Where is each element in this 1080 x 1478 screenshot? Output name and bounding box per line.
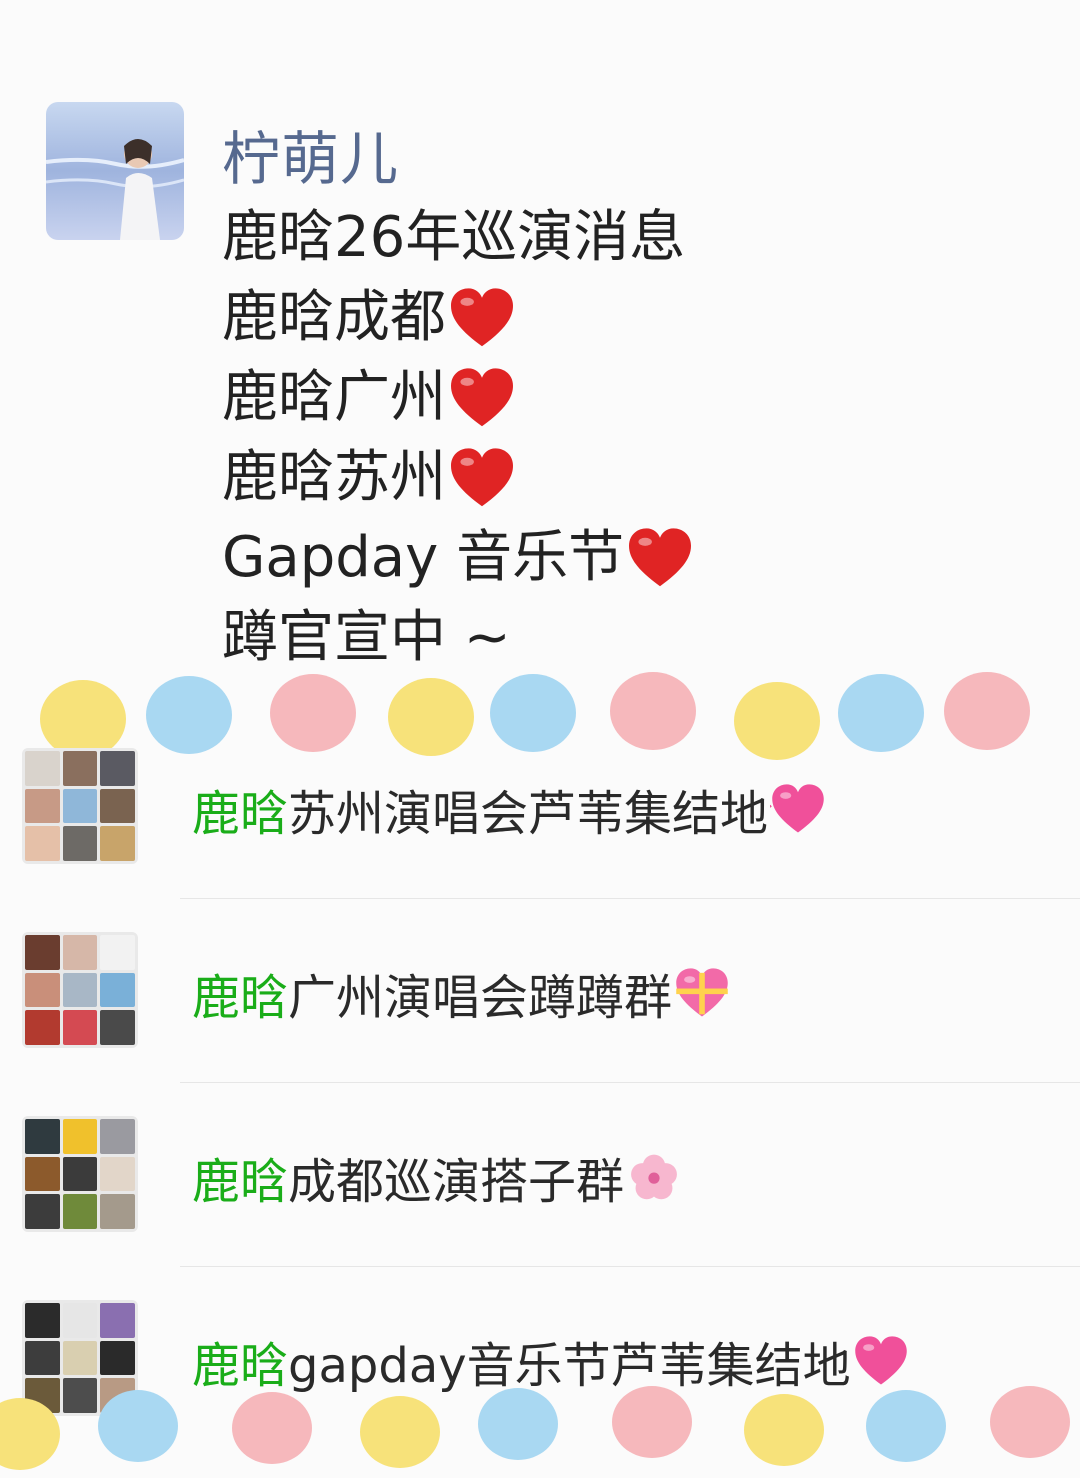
keyword-highlight: 鹿晗 bbox=[192, 786, 289, 842]
group-name-rest: 苏州演唱会芦苇集结地 bbox=[288, 786, 769, 842]
member-avatar-thumb bbox=[62, 1194, 98, 1229]
member-avatar-thumb bbox=[62, 826, 98, 861]
member-avatar-thumb bbox=[62, 1010, 98, 1045]
group-name-rest: 广州演唱会蹲蹲群 bbox=[288, 970, 673, 1026]
group-chat-item[interactable]: 鹿晗 苏州演唱会芦苇集结地 bbox=[0, 740, 1080, 924]
member-avatar-thumb bbox=[62, 751, 98, 786]
decorative-dot bbox=[610, 672, 696, 750]
decorative-dot bbox=[0, 1398, 60, 1470]
group-name: 鹿晗 成都巡演搭子群 bbox=[192, 1142, 682, 1212]
member-avatar-thumb bbox=[100, 751, 135, 786]
post-line: 鹿晗26年巡演消息 bbox=[222, 198, 694, 278]
member-avatar-thumb bbox=[100, 1340, 135, 1376]
member-avatar-thumb bbox=[25, 1303, 60, 1338]
member-avatar-thumb bbox=[25, 1010, 60, 1045]
list-divider bbox=[180, 1082, 1080, 1083]
red-heart-icon bbox=[626, 527, 694, 589]
group-avatar bbox=[22, 932, 138, 1048]
member-avatar-thumb bbox=[25, 1194, 60, 1229]
post-line-text: 蹲官宣中 ~ bbox=[222, 605, 511, 670]
member-avatar-thumb bbox=[25, 751, 60, 786]
post-line-text: 鹿晗广州 bbox=[222, 365, 446, 430]
member-avatar-thumb bbox=[62, 1119, 98, 1154]
member-avatar-thumb bbox=[62, 788, 98, 824]
decorative-dot bbox=[360, 1396, 440, 1468]
member-avatar-thumb bbox=[100, 1303, 135, 1338]
list-divider bbox=[180, 898, 1080, 899]
post-line-text: 鹿晗苏州 bbox=[222, 445, 446, 510]
keyword-highlight: 鹿晗 bbox=[192, 1154, 289, 1210]
member-avatar-thumb bbox=[100, 1119, 135, 1154]
member-avatar-thumb bbox=[25, 1156, 60, 1192]
group-name-rest: 成都巡演搭子群 bbox=[288, 1154, 625, 1210]
decorative-dot bbox=[232, 1392, 312, 1464]
member-avatar-thumb bbox=[25, 788, 60, 824]
vibrating-heart-icon bbox=[765, 783, 826, 835]
decorative-dot bbox=[478, 1388, 558, 1460]
member-avatar-thumb bbox=[100, 788, 135, 824]
member-avatar-thumb bbox=[25, 935, 60, 970]
member-avatar-thumb bbox=[100, 1156, 135, 1192]
post-text: 鹿晗26年巡演消息 鹿晗成都鹿晗广州鹿晗苏州 Gapday 音乐节 蹲官宣中 ~ bbox=[222, 198, 694, 678]
decorative-dot bbox=[744, 1394, 824, 1466]
member-avatar-thumb bbox=[62, 972, 98, 1008]
author-name[interactable]: 柠萌儿 bbox=[222, 112, 399, 196]
member-avatar-thumb bbox=[100, 972, 135, 1008]
decorative-dot bbox=[990, 1386, 1070, 1458]
decorative-dots-bottom bbox=[0, 1378, 1080, 1478]
group-avatar bbox=[22, 748, 138, 864]
author-avatar[interactable] bbox=[46, 102, 184, 240]
post-line: 鹿晗广州 bbox=[222, 358, 694, 438]
member-avatar-thumb bbox=[25, 826, 60, 861]
red-heart-icon bbox=[448, 287, 516, 349]
member-avatar-thumb bbox=[62, 1303, 98, 1338]
group-chat-item[interactable]: 鹿晗 成都巡演搭子群 bbox=[0, 1108, 1080, 1292]
keyword-highlight: 鹿晗 bbox=[192, 970, 289, 1026]
member-avatar-thumb bbox=[25, 972, 60, 1008]
member-avatar-thumb bbox=[25, 1340, 60, 1376]
member-avatar-thumb bbox=[100, 826, 135, 861]
post-line: 鹿晗成都 bbox=[222, 278, 694, 358]
post-line: 鹿晗苏州 bbox=[222, 438, 694, 518]
member-avatar-thumb bbox=[62, 1340, 98, 1376]
group-chat-item[interactable]: 鹿晗 广州演唱会蹲蹲群 bbox=[0, 924, 1080, 1108]
group-avatar bbox=[22, 1116, 138, 1232]
post-line: Gapday 音乐节 bbox=[222, 518, 694, 598]
red-heart-icon bbox=[448, 447, 516, 509]
post-line-text: Gapday 音乐节 bbox=[222, 525, 625, 590]
group-name: 鹿晗 苏州演唱会芦苇集结地 bbox=[192, 774, 826, 844]
decorative-dot bbox=[866, 1390, 946, 1462]
red-heart-icon bbox=[448, 367, 516, 429]
decorative-dot bbox=[98, 1390, 178, 1462]
cherry-blossom-icon bbox=[626, 1151, 682, 1203]
post-line: 蹲官宣中 ~ bbox=[222, 598, 694, 678]
member-avatar-thumb bbox=[25, 1119, 60, 1154]
member-avatar-thumb bbox=[100, 1194, 135, 1229]
post-line-text: 鹿晗成都 bbox=[222, 285, 446, 350]
member-avatar-thumb bbox=[100, 935, 135, 970]
member-avatar-thumb bbox=[62, 935, 98, 970]
group-name: 鹿晗 广州演唱会蹲蹲群 bbox=[192, 958, 730, 1028]
member-avatar-thumb bbox=[100, 1010, 135, 1045]
moment-post: 柠萌儿 鹿晗26年巡演消息 鹿晗成都鹿晗广州鹿晗苏州 Gapday 音乐节 蹲官宣中 … bbox=[0, 0, 1080, 690]
decorative-dot bbox=[612, 1386, 692, 1458]
heart-with-ribbon-icon bbox=[674, 967, 730, 1019]
post-line-text: 鹿晗26年巡演消息 bbox=[222, 205, 686, 270]
list-divider bbox=[180, 1266, 1080, 1267]
decorative-dot bbox=[944, 672, 1030, 750]
member-avatar-thumb bbox=[62, 1156, 98, 1192]
